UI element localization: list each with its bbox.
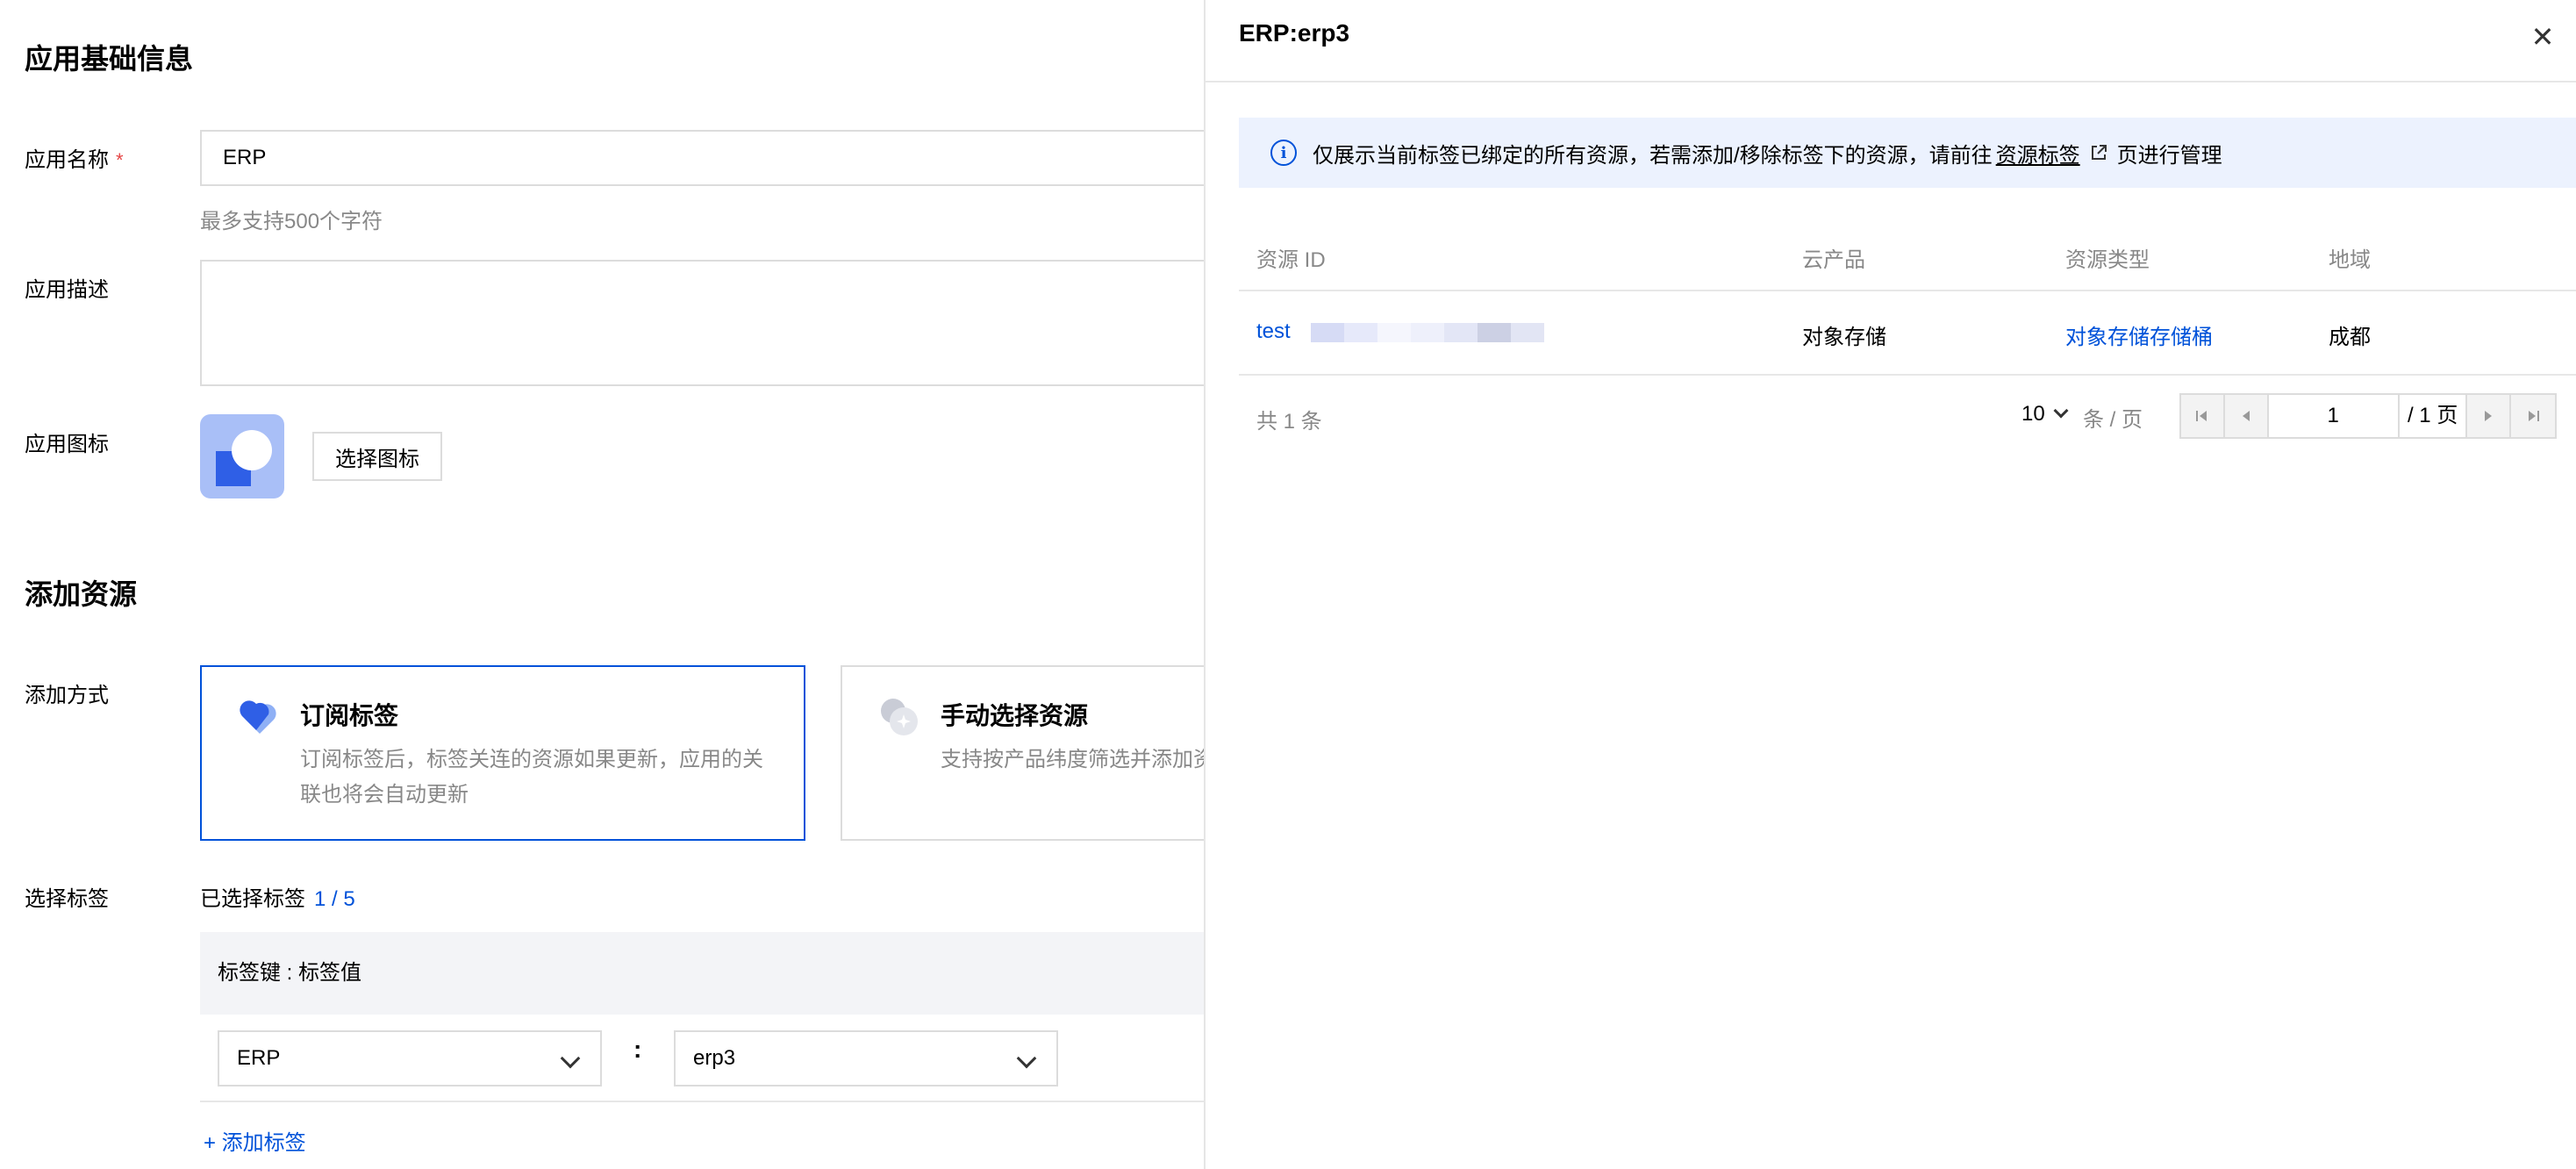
method-card-desc: 支持按产品纬度筛选并添加资 [941,742,1204,778]
resource-product: 对象存储 [1802,326,1886,349]
column-header-product: 云产品 [1802,248,1865,272]
drawer-title: ERP:erp3 [1239,19,1350,47]
app-name-label: 应用名称 * [25,142,124,173]
heart-tag-icon [240,700,276,734]
tag-value-value: erp3 [693,1046,736,1070]
first-page-icon[interactable] [2181,395,2225,437]
chevron-down-icon [560,1048,581,1069]
method-card-desc-line: 订阅标签后，标签关连的资源如果更新，应用的关 [300,748,763,771]
method-card-desc: 订阅标签后，标签关连的资源如果更新，应用的关 联也将会自动更新 [300,742,763,813]
tag-key-select[interactable]: ERP [218,1030,602,1087]
section-title-basic: 应用基础信息 [25,43,194,75]
method-card-desc-line: 联也将会自动更新 [300,783,469,807]
selected-tags-count: 已选择标签 1 / 5 [200,881,355,912]
app-desc-label: 应用描述 [25,278,109,302]
alert-text: 仅展示当前标签已绑定的所有资源，若需添加/移除标签下的资源，请前往 [1313,143,1993,168]
app-name-input[interactable]: ERP [200,130,1204,186]
method-card-title: 订阅标签 [300,702,399,729]
app-name-label-text: 应用名称 [25,148,109,172]
app-desc-textarea[interactable] [200,260,1204,386]
table-header-divider [1239,290,2576,291]
tag-table-header: 标签键 : 标签值 [200,932,1204,1015]
tag-key-value: ERP [237,1046,281,1070]
selected-tags-number: 1 / 5 [314,887,355,911]
page-size-value: 10 [2021,402,2045,426]
page-number-input[interactable]: 1 [2268,395,2400,437]
resource-tag-link[interactable]: 资源标签 [1996,138,2080,169]
add-tag-button[interactable]: + 添加标签 [204,1125,306,1156]
app-form: 应用基础信息 应用名称 * ERP 最多支持500个字符 应用描述 应用图标 选择… [0,0,1204,1169]
resource-region: 成都 [2329,326,2371,349]
last-page-icon[interactable] [2511,395,2555,437]
drawer-divider [1206,81,2576,82]
add-method-label: 添加方式 [25,684,109,707]
pagination-total: 共 1 条 [1256,410,1322,434]
resource-id-link[interactable]: test [1256,319,1291,344]
info-alert: i 仅展示当前标签已绑定的所有资源，若需添加/移除标签下的资源，请前往 资源标签… [1239,118,2576,188]
total-pages: / 1 页 [2399,395,2468,437]
tag-resources-drawer: ERP:erp3 ✕ i 仅展示当前标签已绑定的所有资源，若需添加/移除标签下的… [1206,0,2576,1169]
table-row-divider [1239,374,2576,376]
page-size-unit: 条 / 页 [2083,408,2143,432]
tag-separator: : [633,1036,642,1063]
tag-value-select[interactable]: erp3 [674,1030,1058,1087]
chevron-down-icon [2053,403,2069,419]
info-icon: i [1270,140,1297,166]
section-title-resources: 添加资源 [25,578,138,610]
method-card-manual-select[interactable]: 手动选择资源 支持按产品纬度筛选并添加资 [841,665,1204,841]
required-mark: * [116,149,124,171]
choose-icon-button[interactable]: 选择图标 [312,432,442,481]
external-link-icon[interactable] [2089,143,2108,162]
page-size-select[interactable]: 10 [2021,402,2069,427]
prev-page-icon[interactable] [2225,395,2269,437]
alert-suffix: 页进行管理 [2116,143,2222,168]
app-icon-circle [232,430,272,470]
column-header-type: 资源类型 [2065,248,2150,272]
app-icon-preview [200,414,284,498]
chevron-down-icon [1016,1048,1037,1069]
app-name-hint: 最多支持500个字符 [200,210,383,233]
column-header-resource-id: 资源 ID [1256,248,1326,272]
resource-type-link[interactable]: 对象存储存储桶 [2065,319,2213,350]
pagination-controls: 1 / 1 页 [2179,393,2557,439]
selected-tags-text: 已选择标签 [200,887,305,911]
next-page-icon[interactable] [2467,395,2512,437]
manual-select-icon [881,699,918,735]
method-card-subscribe-tag[interactable]: 订阅标签 订阅标签后，标签关连的资源如果更新，应用的关 联也将会自动更新 [200,665,805,841]
column-header-region: 地域 [2329,248,2371,272]
app-icon-label: 应用图标 [25,433,109,456]
method-card-desc-line: 支持按产品纬度筛选并添加资 [941,748,1204,771]
close-icon[interactable]: ✕ [2525,19,2560,54]
select-tag-label: 选择标签 [25,887,109,911]
page: 应用基础信息 应用名称 * ERP 最多支持500个字符 应用描述 应用图标 选择… [0,0,2576,1169]
tag-row-divider [200,1101,1204,1102]
method-card-title: 手动选择资源 [941,702,1089,729]
